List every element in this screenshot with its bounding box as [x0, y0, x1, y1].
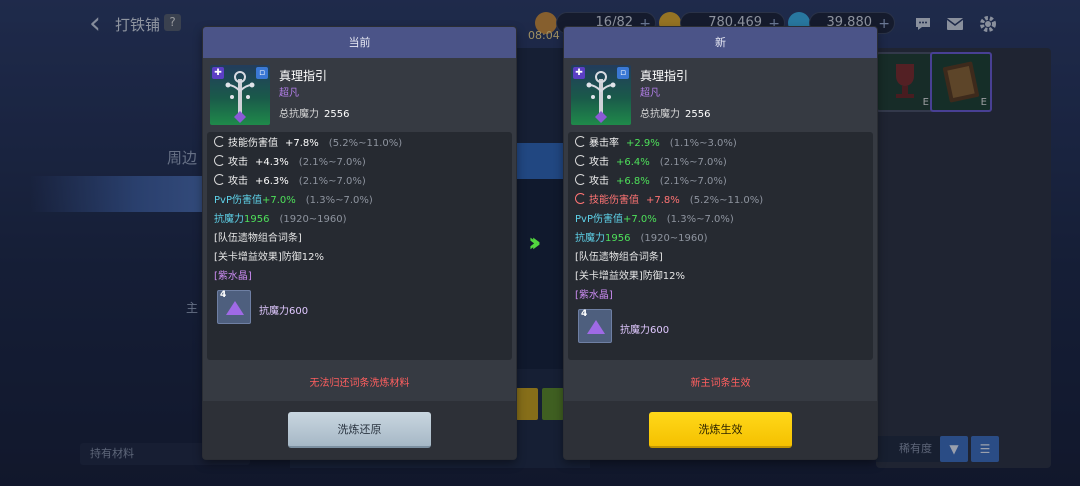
reroll-icon — [575, 174, 586, 185]
type-badge-icon: ▫ — [617, 67, 629, 79]
stage-buff-label: [关卡增益效果]防御12% — [575, 271, 686, 282]
artifact-staff-icon: ✚ ▫ — [571, 65, 631, 125]
stat-row: 技能伤害值 +7.8% (5.2%~11.0%) — [214, 135, 402, 153]
amethyst-label: [紫水晶] — [214, 271, 252, 282]
current-item-panel: 当前 ✚ ▫ 真理指引 超凡 总抗魔力 2556 技能伤害值 +7.8% (5.2%~… — [203, 27, 516, 459]
item-total-power: 总抗魔力 2556 — [640, 105, 710, 120]
restore-button[interactable]: 洗炼还原 — [288, 412, 431, 448]
gem-count: 4 — [220, 290, 227, 300]
gem-effect: 抗魔力600 — [259, 306, 309, 317]
stat-list: 暴击率 +2.9% (1.1%~3.0%) 攻击 +6.4% (2.1%~7.0%) 攻… — [568, 132, 873, 360]
power-label: 总抗魔力 — [279, 109, 319, 120]
stat-row: 攻击 +4.3% (2.1%~7.0%) — [214, 154, 366, 172]
stat-row: 攻击 +6.8% (2.1%~7.0%) — [575, 173, 727, 191]
reroll-icon — [575, 155, 586, 166]
pvp-damage-row: PvP伤害值+7.0% (1.3%~7.0%) — [214, 195, 373, 206]
magic-resist-row: 抗魔力1956 (1920~1960) — [575, 233, 708, 244]
power-value: 2556 — [685, 109, 711, 120]
stat-row-removed: 技能伤害值 +7.8% (5.2%~11.0%) — [575, 192, 763, 210]
amethyst-label: [紫水晶] — [575, 290, 613, 301]
item-total-power: 总抗魔力 2556 — [279, 105, 349, 120]
reroll-icon — [214, 174, 225, 185]
apply-note: 新主词条生效 — [690, 378, 751, 389]
reroll-icon — [575, 136, 586, 147]
stat-row: 攻击 +6.3% (2.1%~7.0%) — [214, 173, 366, 191]
power-label: 总抗魔力 — [640, 109, 680, 120]
restore-warning: 无法归还词条洗炼材料 — [309, 378, 410, 389]
team-set-label: [队伍遗物组合词条] — [575, 252, 663, 263]
item-name: 真理指引 — [640, 69, 689, 83]
type-badge-icon: ▫ — [256, 67, 268, 79]
gem-count: 4 — [581, 309, 588, 319]
team-set-label: [队伍遗物组合词条] — [214, 233, 302, 244]
stage-buff-label: [关卡增益效果]防御12% — [214, 252, 325, 263]
current-panel-header: 当前 — [203, 27, 516, 58]
stat-list: 技能伤害值 +7.8% (5.2%~11.0%) 攻击 +4.3% (2.1%~7.0%… — [207, 132, 512, 360]
artifact-staff-icon: ✚ ▫ — [210, 65, 270, 125]
grade-shield-icon: ✚ — [212, 67, 224, 79]
new-panel-header: 新 — [564, 27, 877, 58]
gem-effect: 抗魔力600 — [620, 325, 670, 336]
item-name: 真理指引 — [279, 69, 328, 83]
apply-button[interactable]: 洗炼生效 — [649, 412, 792, 448]
item-grade: 超凡 — [640, 88, 660, 99]
amethyst-gem-slot[interactable]: 4 — [217, 290, 251, 324]
power-value: 2556 — [324, 109, 350, 120]
amethyst-icon — [587, 320, 605, 334]
new-item-panel: 新 ✚ ▫ 真理指引 超凡 总抗魔力 2556 暴击率 +2.9% (1.1%~3.0… — [564, 27, 877, 459]
stat-row: 暴击率 +2.9% (1.1%~3.0%) — [575, 135, 737, 153]
compare-arrow-icon: ›› — [528, 228, 541, 258]
amethyst-icon — [226, 301, 244, 315]
reroll-icon — [214, 155, 225, 166]
reroll-icon — [575, 193, 586, 204]
item-grade: 超凡 — [279, 88, 299, 99]
magic-resist-row: 抗魔力1956 (1920~1960) — [214, 214, 347, 225]
pvp-damage-row: PvP伤害值+7.0% (1.3%~7.0%) — [575, 214, 734, 225]
grade-shield-icon: ✚ — [573, 67, 585, 79]
amethyst-gem-slot[interactable]: 4 — [578, 309, 612, 343]
stat-row: 攻击 +6.4% (2.1%~7.0%) — [575, 154, 727, 172]
reroll-icon — [214, 136, 225, 147]
